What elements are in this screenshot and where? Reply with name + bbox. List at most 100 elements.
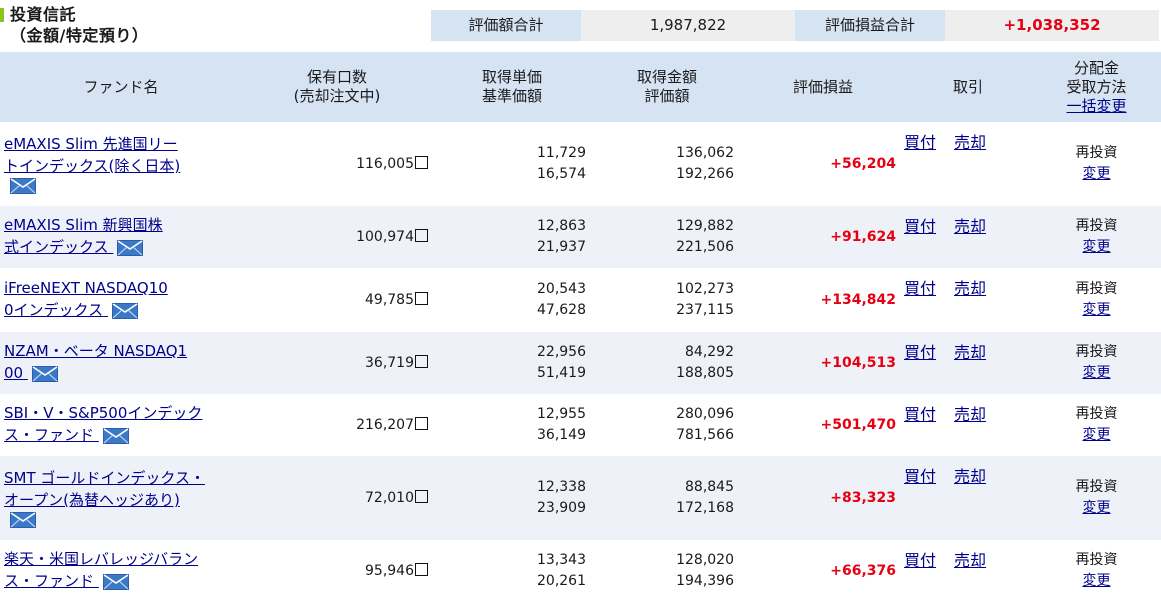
sell-link[interactable]: 売却 [954, 217, 986, 236]
fund-name-line1: 楽天・米国レバレッジバラン [4, 550, 199, 568]
fund-holdings-table: ファンド名 保有口数 (売却注文中) 取得単価 基準価額 取得金額 評価額 評価… [0, 52, 1161, 602]
cost-unit-value: 20,543 [537, 281, 586, 297]
fund-name-line2: オープン(為替ヘッジあり) [4, 491, 180, 509]
checkbox-icon[interactable] [415, 155, 428, 169]
nav-value: 51,419 [537, 365, 586, 381]
buy-link[interactable]: 買付 [904, 217, 936, 236]
fund-name-line2: 0インデックス [4, 301, 104, 319]
unit-price-cell: 12,863 21,937 [432, 206, 592, 268]
checkbox-icon[interactable] [415, 489, 428, 503]
amount-cell: 280,096 781,566 [592, 394, 742, 456]
buy-link[interactable]: 買付 [904, 405, 936, 424]
fund-name-link[interactable]: iFreeNEXT NASDAQ10 0インデックス [4, 279, 168, 319]
valuation-value: 221,506 [676, 239, 734, 255]
reinvest-label: 再投資 [1075, 552, 1118, 568]
sell-link[interactable]: 売却 [954, 279, 986, 298]
mail-icon[interactable] [117, 240, 144, 256]
cost-amount-value: 102,273 [676, 281, 734, 297]
distribution-cell: 再投資 変更 [1032, 332, 1161, 394]
cost-unit-value: 12,338 [537, 479, 586, 495]
mail-icon[interactable] [10, 178, 36, 194]
fund-name-link[interactable]: SMT ゴールドインデックス・ オープン(為替ヘッジあり) [4, 469, 205, 509]
section-title-line1: 投資信託 [10, 5, 77, 24]
cost-unit-value: 11,729 [537, 145, 586, 161]
sell-link[interactable]: 売却 [954, 467, 986, 486]
distribution-cell: 再投資 変更 [1032, 456, 1161, 540]
sell-link[interactable]: 売却 [954, 133, 986, 152]
unit-price-cell: 22,956 51,419 [432, 332, 592, 394]
gain-value: +104,513 [820, 354, 897, 371]
cost-unit-value: 12,955 [537, 406, 586, 422]
checkbox-icon[interactable] [415, 416, 428, 430]
fund-name-link[interactable]: 楽天・米国レバレッジバラン ス・ファンド [4, 550, 198, 590]
gain-cell: +501,470 [742, 394, 904, 456]
sell-link[interactable]: 売却 [954, 343, 986, 362]
buy-link[interactable]: 買付 [904, 467, 936, 486]
change-link[interactable]: 変更 [1032, 425, 1161, 446]
checkbox-icon[interactable] [415, 291, 428, 305]
header-quantity: 保有口数 (売却注文中) [242, 52, 432, 122]
header-amount-line1: 取得金額 [636, 68, 697, 86]
unit-price-cell: 12,955 36,149 [432, 394, 592, 456]
distribution-cell: 再投資 変更 [1032, 206, 1161, 268]
buy-link[interactable]: 買付 [904, 133, 936, 152]
header-trade: 取引 [904, 52, 1032, 122]
fund-name-cell: NZAM・ベータ NASDAQ1 00 [0, 332, 242, 394]
fund-name-cell: SBI・V・S&P500インデック ス・ファンド [0, 394, 242, 456]
nav-value: 47,628 [537, 302, 586, 318]
trade-cell: 買付 売却 [904, 268, 1032, 332]
change-link[interactable]: 変更 [1032, 300, 1161, 321]
change-link[interactable]: 変更 [1032, 363, 1161, 384]
quantity-value: 116,005 [356, 155, 414, 172]
section-title-line2: （金額/特定預り） [10, 26, 149, 45]
table-row: 楽天・米国レバレッジバラン ス・ファンド 95,946 13,343 20,26… [0, 540, 1161, 602]
gain-value: +501,470 [820, 416, 897, 433]
section-title: 投資信託 （金額/特定預り） [10, 4, 148, 46]
fund-name-line1: SMT ゴールドインデックス・ [4, 469, 205, 487]
checkbox-icon[interactable] [415, 562, 428, 576]
fund-name-line1: SBI・V・S&P500インデック [4, 404, 203, 422]
amount-cell: 128,020 194,396 [592, 540, 742, 602]
checkbox-icon[interactable] [415, 228, 428, 242]
change-link[interactable]: 変更 [1032, 498, 1161, 519]
mail-icon[interactable] [102, 574, 129, 590]
fund-name-line2: ス・ファンド [4, 572, 95, 590]
mail-icon[interactable] [102, 428, 129, 444]
amount-cell: 84,292 188,805 [592, 332, 742, 394]
fund-name-line1: eMAXIS Slim 先進国リー [4, 135, 178, 153]
reinvest-label: 再投資 [1075, 406, 1118, 422]
gain-total-label: 評価損益合計 [795, 10, 945, 41]
table-row: NZAM・ベータ NASDAQ1 00 36,719 22,956 51,419… [0, 332, 1161, 394]
sell-link[interactable]: 売却 [954, 551, 986, 570]
bulk-change-link[interactable]: 一括変更 [1032, 97, 1161, 116]
fund-name-line2: ス・ファンド [4, 426, 95, 444]
valuation-value: 172,168 [676, 500, 734, 516]
fund-name-line1: eMAXIS Slim 新興国株 [4, 216, 163, 234]
table-row: eMAXIS Slim 新興国株 式インデックス 100,974 12,863 … [0, 206, 1161, 268]
change-link[interactable]: 変更 [1032, 571, 1161, 592]
trade-cell: 買付 売却 [904, 540, 1032, 602]
sell-link[interactable]: 売却 [954, 405, 986, 424]
quantity-value: 36,719 [365, 354, 414, 371]
fund-name-link[interactable]: eMAXIS Slim 先進国リー トインデックス(除く日本) [4, 135, 180, 175]
nav-value: 20,261 [537, 573, 586, 589]
buy-link[interactable]: 買付 [904, 343, 936, 362]
header-amount: 取得金額 評価額 [592, 52, 742, 122]
header-unit-price: 取得単価 基準価額 [432, 52, 592, 122]
change-link[interactable]: 変更 [1032, 237, 1161, 258]
gain-cell: +134,842 [742, 268, 904, 332]
cost-amount-value: 128,020 [676, 552, 734, 568]
table-row: eMAXIS Slim 先進国リー トインデックス(除く日本) 116,005 … [0, 122, 1161, 206]
gain-cell: +56,204 [742, 122, 904, 206]
quantity-cell: 95,946 [242, 540, 432, 602]
header-distribution: 分配金 受取方法 一括変更 [1032, 52, 1161, 122]
fund-name-cell: eMAXIS Slim 新興国株 式インデックス [0, 206, 242, 268]
mail-icon[interactable] [111, 303, 138, 319]
change-link[interactable]: 変更 [1032, 164, 1161, 185]
mail-icon[interactable] [10, 512, 36, 528]
mail-icon[interactable] [31, 366, 58, 382]
buy-link[interactable]: 買付 [904, 551, 936, 570]
quantity-value: 95,946 [365, 562, 414, 579]
checkbox-icon[interactable] [415, 354, 428, 368]
buy-link[interactable]: 買付 [904, 279, 936, 298]
